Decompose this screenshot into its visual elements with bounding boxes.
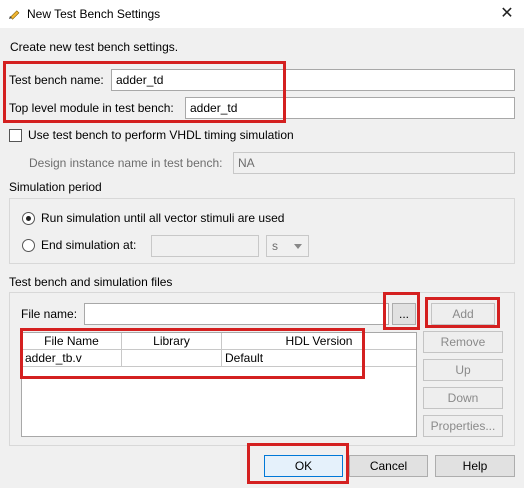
files-section-heading: Test bench and simulation files [9,275,173,289]
file-name-label: File name: [21,307,78,321]
help-button[interactable]: Help [435,455,515,477]
remove-button[interactable]: Remove [423,331,503,353]
highlight-box-table [20,328,365,379]
end-time-input[interactable] [151,235,259,257]
highlight-box-add [425,297,500,328]
run-until-label: Run simulation until all vector stimuli … [41,211,285,225]
end-at-radio[interactable] [22,239,35,252]
chevron-down-icon [294,244,302,249]
design-instance-label: Design instance name in test bench: [29,156,223,170]
highlight-box-ok [247,443,349,484]
run-until-radio[interactable] [22,212,35,225]
highlight-box-names [3,61,286,123]
close-icon[interactable]: ✕ [497,4,517,24]
radio-selected-dot [26,216,31,221]
highlight-box-browse [383,292,420,330]
window-title: New Test Bench Settings [27,7,161,21]
simulation-period-heading: Simulation period [9,180,102,194]
properties-button[interactable]: Properties... [423,415,503,437]
time-unit-select[interactable]: s [266,235,309,257]
file-name-input[interactable] [84,303,389,325]
intro-text: Create new test bench settings. [10,40,179,54]
time-unit-value: s [272,239,278,253]
design-instance-input[interactable]: NA [233,152,515,174]
vhdl-timing-checkbox[interactable] [9,129,22,142]
cancel-button[interactable]: Cancel [349,455,428,477]
pencil-icon [9,10,20,20]
up-button[interactable]: Up [423,359,503,381]
down-button[interactable]: Down [423,387,503,409]
vhdl-timing-label: Use test bench to perform VHDL timing si… [28,128,294,142]
end-at-label: End simulation at: [41,238,137,252]
simulation-period-group [9,198,515,264]
